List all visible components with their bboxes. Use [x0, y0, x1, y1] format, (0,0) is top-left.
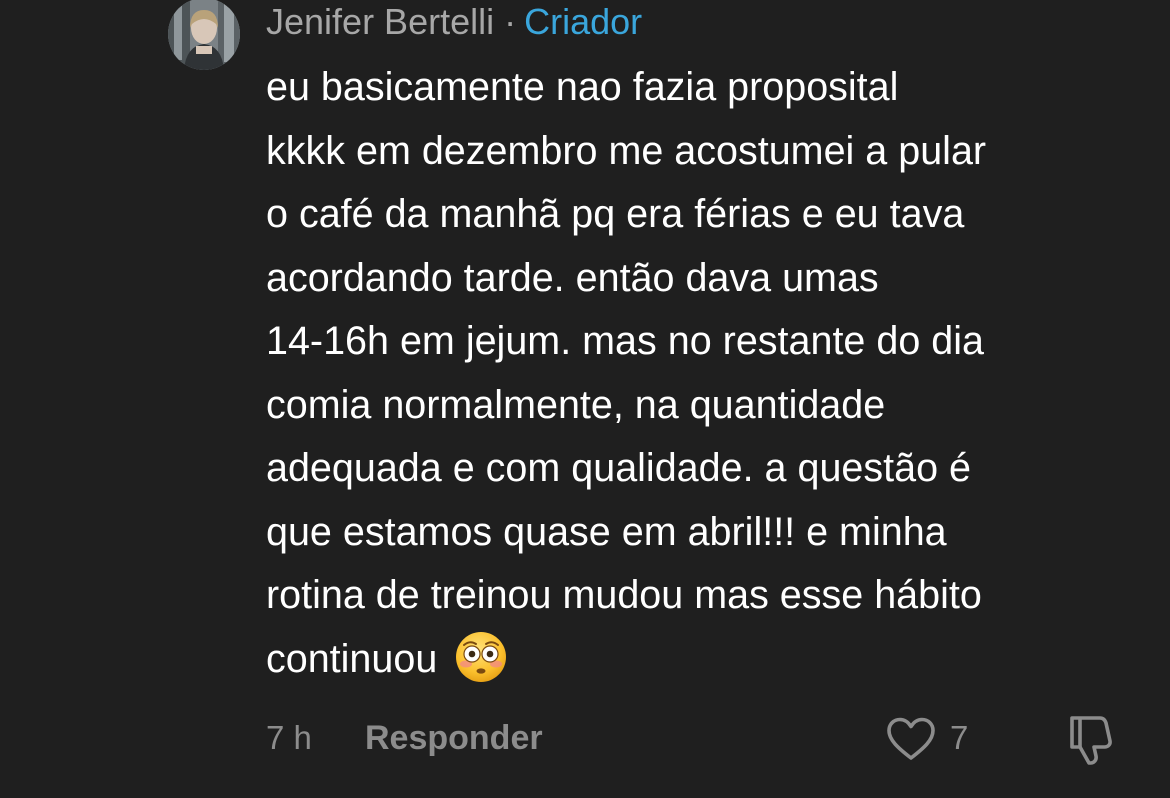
avatar-image — [168, 0, 240, 70]
flushed-face-emoji-icon — [456, 632, 507, 683]
comment-header: Jenifer Bertelli · Criador — [266, 0, 642, 44]
creator-badge: Criador — [524, 1, 643, 42]
reply-button[interactable]: Responder — [365, 718, 543, 758]
comment-body-line: continuou — [266, 636, 438, 681]
comment-body-line: kkkk em dezembro me acostumei a pular — [266, 128, 987, 173]
comment-body-line: que estamos quase em abril!!! e minha — [266, 509, 947, 554]
comment-body-last-line: continuou — [266, 628, 1156, 692]
comment-footer: 7 h Responder 7 — [0, 712, 1170, 766]
comment-timestamp: 7 h — [266, 719, 312, 756]
comment-body-line: acordando tarde. então dava umas — [266, 255, 879, 300]
comment-body: eu basicamente nao fazia proposital kkkk… — [266, 56, 1156, 691]
comment-body-line: rotina de treinou mudou mas esse hábito — [266, 573, 982, 617]
heart-outline-icon[interactable] — [886, 716, 936, 762]
comment-body-line: adequada e com qualidade. a questão é — [266, 446, 971, 490]
comment-body-line: comia normalmente, na quantidade — [266, 382, 886, 427]
author-name[interactable]: Jenifer Bertelli — [266, 0, 494, 44]
comment-body-line: o café da manhã pq era férias e eu tava — [266, 192, 965, 236]
header-separator: · — [504, 1, 517, 42]
like-count: 7 — [950, 719, 969, 756]
comment-item: Jenifer Bertelli · Criador eu basicament… — [0, 0, 1170, 798]
avatar[interactable] — [168, 0, 240, 70]
thumbs-down-outline-icon[interactable] — [1064, 714, 1118, 766]
comment-body-line: eu basicamente nao fazia proposital — [266, 65, 899, 109]
comment-body-line: 14-16h em jejum. mas no restante do dia — [266, 319, 984, 363]
